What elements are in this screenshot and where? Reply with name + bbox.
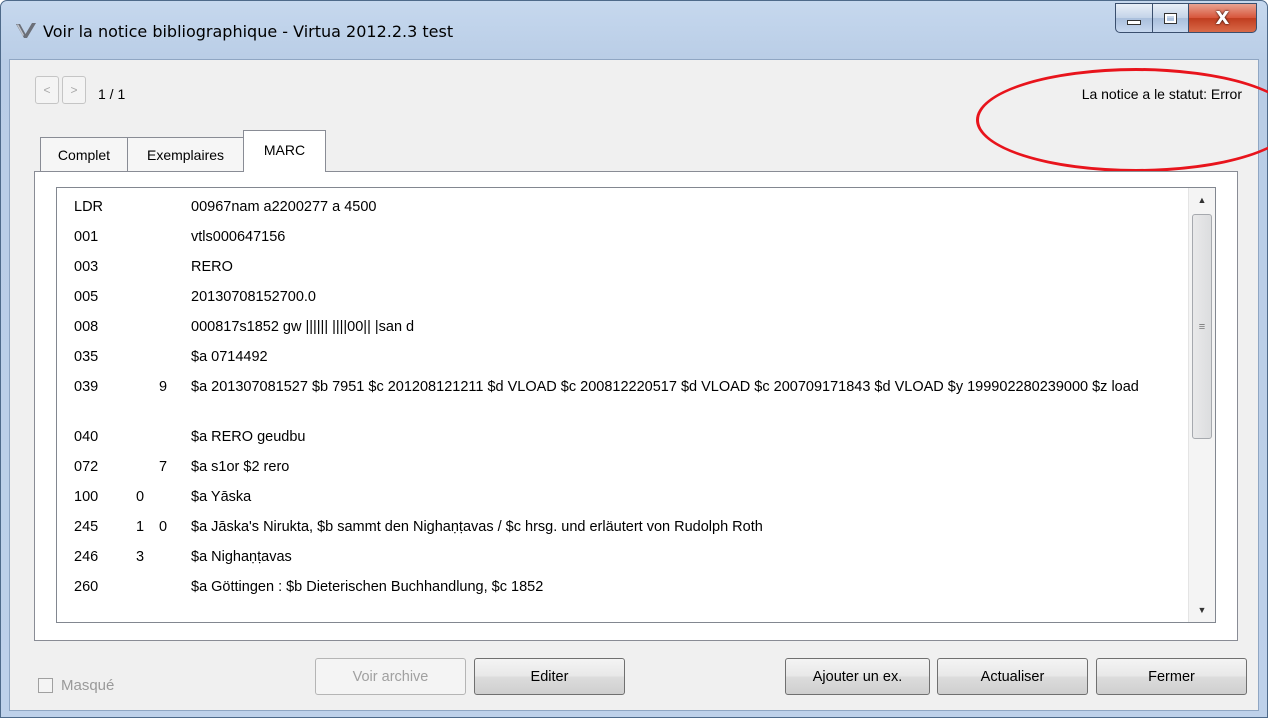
marc-tag: 246 (74, 549, 99, 565)
marc-ind2: 9 (159, 379, 168, 395)
scroll-up-button[interactable]: ▲ (1189, 188, 1215, 212)
marc-tag: 039 (74, 379, 99, 395)
minimize-button[interactable] (1115, 3, 1153, 33)
maximize-button[interactable] (1153, 3, 1189, 33)
record-pager: 1 / 1 (98, 86, 126, 102)
tab-marc[interactable]: MARC (243, 130, 326, 172)
maximize-icon (1164, 12, 1177, 24)
title-bar[interactable]: Voir la notice bibliographique - Virtua … (1, 1, 1267, 59)
marc-tag: 035 (74, 349, 99, 365)
previous-record-button[interactable]: < (35, 76, 59, 104)
marc-tag: 008 (74, 319, 99, 335)
marc-tag: 245 (74, 519, 99, 535)
marc-tab-panel: LDR 00967nam a2200277 a 4500 001 vtls000647… (34, 171, 1238, 641)
editer-button[interactable]: Editer (474, 658, 625, 695)
marc-ind1: 3 (136, 549, 145, 565)
masque-label: Masqué (61, 677, 115, 694)
marc-content: $a Göttingen : $b Dieterischen Buchhandl… (191, 579, 544, 595)
marc-tag: 100 (74, 489, 99, 505)
fermer-button[interactable]: Fermer (1096, 658, 1247, 695)
marc-content: 20130708152700.0 (191, 289, 316, 305)
marc-record-list[interactable]: LDR 00967nam a2200277 a 4500 001 vtls000647… (56, 187, 1216, 623)
marc-tag: 072 (74, 459, 99, 475)
next-record-button[interactable]: > (62, 76, 86, 104)
marc-tag: 260 (74, 579, 99, 595)
marc-content: $a Jāska's Nirukta, $b sammt den Nighaṇṭ… (191, 519, 763, 535)
marc-content: RERO (191, 259, 233, 275)
vertical-scrollbar[interactable]: ▲ ≡ ▼ (1188, 188, 1215, 622)
grip-icon: ≡ (1198, 320, 1206, 333)
marc-content: $a 0714492 (191, 349, 268, 365)
scroll-down-button[interactable]: ▼ (1189, 598, 1215, 622)
marc-content: $a RERO geudbu (191, 429, 306, 445)
scrollbar-thumb[interactable]: ≡ (1192, 214, 1212, 439)
marc-content: 00967nam a2200277 a 4500 (191, 199, 377, 215)
virtua-app-icon (16, 23, 36, 38)
window-controls: X (1115, 3, 1257, 33)
tab-complet[interactable]: Complet (40, 137, 128, 172)
marc-ind1: 0 (136, 489, 145, 505)
close-window-button[interactable]: X (1189, 3, 1257, 33)
marc-ind2: 0 (159, 519, 168, 535)
arrow-down-icon: ▼ (1197, 605, 1207, 615)
marc-tag: 003 (74, 259, 99, 275)
marc-tag: 040 (74, 429, 99, 445)
voir-archive-button[interactable]: Voir archive (315, 658, 466, 695)
tab-exemplaires[interactable]: Exemplaires (127, 137, 244, 172)
window-title: Voir la notice bibliographique - Virtua … (43, 22, 454, 41)
actualiser-button[interactable]: Actualiser (937, 658, 1088, 695)
marc-tag: 005 (74, 289, 99, 305)
marc-content: $a s1or $2 rero (191, 459, 290, 475)
marc-ind2: 7 (159, 459, 168, 475)
marc-ind1: 1 (136, 519, 145, 535)
masque-checkbox-group[interactable]: Masqué (38, 677, 114, 694)
arrow-up-icon: ▲ (1197, 195, 1207, 205)
application-window: Voir la notice bibliographique - Virtua … (0, 0, 1268, 718)
marc-content: vtls000647156 (191, 229, 286, 245)
marc-content: $a Yāska (191, 489, 252, 505)
marc-tag: 001 (74, 229, 99, 245)
marc-content: $a Nighaṇṭavas (191, 549, 292, 565)
masque-checkbox[interactable] (38, 678, 53, 693)
marc-tag: LDR (74, 199, 104, 215)
ajouter-exemplaire-button[interactable]: Ajouter un ex. (785, 658, 930, 695)
marc-content: 000817s1852 gw |||||| ||||00|| |san d (191, 319, 415, 335)
marc-content: $a 201307081527 $b 7951 $c 201208121211 … (191, 379, 1139, 395)
close-icon: X (1215, 7, 1230, 29)
red-annotation-circle (976, 68, 1268, 172)
record-status-text: La notice a le statut: Error (1081, 86, 1242, 102)
dialog-client-area: < > 1 / 1 La notice a le statut: Error C… (9, 59, 1268, 711)
minimize-icon (1127, 19, 1141, 25)
